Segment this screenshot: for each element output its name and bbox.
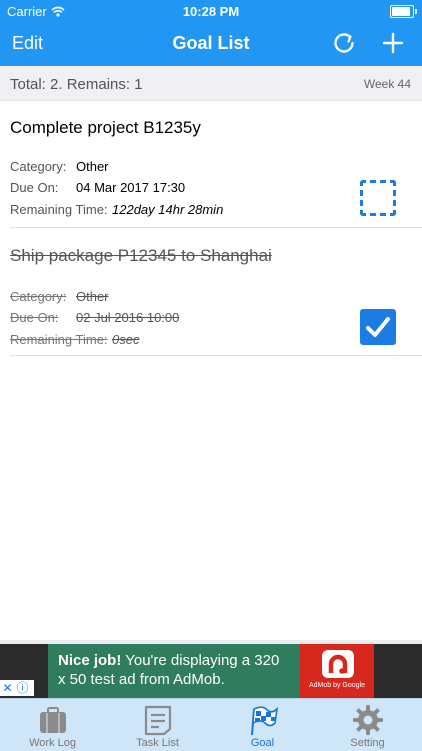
battery-icon (390, 5, 417, 18)
due-on-label: Due On: (10, 180, 59, 195)
checkmark-icon (366, 317, 390, 337)
status-time: 10:28 PM (182, 4, 240, 19)
admob-logo-mark (322, 650, 354, 678)
gear-icon (353, 705, 383, 735)
tab-task-list[interactable]: Task List (105, 699, 210, 751)
task-list-icon (144, 705, 172, 736)
goal-totals: Total: 2. Remains: 1 (10, 76, 143, 93)
remaining-time-value: 122day 14hr 28min (112, 202, 224, 217)
due-on-label: Due On: (10, 310, 59, 325)
ad-headline: Nice job! (58, 652, 122, 669)
tab-label: Setting (350, 737, 385, 749)
goal-checkbox-checked[interactable] (360, 309, 396, 345)
divider (10, 355, 422, 356)
category-label: Category: (10, 159, 67, 174)
goal-name: Complete project B1235y (10, 118, 201, 137)
refresh-icon[interactable] (331, 30, 357, 56)
admob-brand: AdMob by Google (308, 682, 366, 689)
checkered-flag-icon (251, 706, 279, 736)
ad-banner[interactable]: Nice job! You're displaying a 320 x 50 t… (0, 644, 422, 698)
due-on-value: 02 Jul 2016 10:00 (76, 310, 180, 325)
admob-logo: AdMob by Google (300, 644, 374, 698)
week-label: Week 44 (363, 77, 411, 91)
battery-level (392, 7, 410, 16)
status-bar: Carrier 10:28 PM (0, 0, 422, 22)
remaining-time-label: Remaining Time: (10, 332, 108, 347)
tab-bar: Work Log Task List Goal Setting (0, 698, 422, 751)
tab-setting[interactable]: Setting (315, 699, 420, 751)
remaining-time-value: 0sec (112, 332, 140, 347)
close-icon[interactable]: ✕ (0, 681, 15, 696)
info-icon[interactable]: ⓘ (15, 681, 30, 696)
due-on-value: 04 Mar 2017 17:30 (76, 180, 186, 195)
category-value: Other (76, 159, 109, 174)
admob-icon (328, 654, 348, 674)
tab-label: Task List (136, 737, 179, 749)
navigation-bar: Edit Goal List (0, 22, 422, 66)
tab-label: Goal (250, 737, 275, 749)
summary-bar: Total: 2. Remains: 1 Week 44 (0, 66, 422, 101)
header: Carrier 10:28 PM Edit Goal List (0, 0, 422, 66)
category-value: Other (76, 289, 109, 304)
ad-content[interactable]: Nice job! You're displaying a 320 x 50 t… (48, 644, 374, 698)
ad-choices[interactable]: ✕ ⓘ (0, 680, 34, 696)
briefcase-icon (40, 707, 66, 733)
plus-icon[interactable] (380, 30, 406, 56)
tab-label: Work Log (29, 737, 76, 749)
tab-goal[interactable]: Goal (210, 699, 315, 751)
goal-checkbox-unchecked[interactable] (360, 180, 396, 216)
ad-text: Nice job! You're displaying a 320 x 50 t… (58, 651, 288, 689)
goal-name: Ship package P12345 to Shanghai (10, 246, 272, 265)
goal-item[interactable]: Complete project B1235y Category: Other … (0, 100, 422, 228)
tab-work-log[interactable]: Work Log (0, 699, 105, 751)
goal-item-completed[interactable]: Ship package P12345 to Shanghai Category… (0, 228, 422, 356)
edit-button[interactable]: Edit (12, 33, 43, 54)
remaining-time-label: Remaining Time: (10, 202, 108, 217)
page-title: Goal List (172, 33, 250, 53)
category-label: Category: (10, 289, 67, 304)
